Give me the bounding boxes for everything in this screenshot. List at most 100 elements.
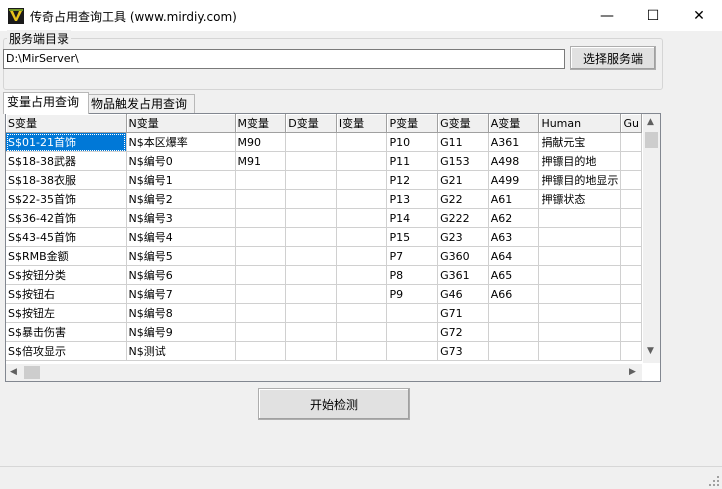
- table-cell[interactable]: N$编号1: [126, 170, 236, 190]
- table-cell[interactable]: N$编号7: [126, 284, 236, 304]
- table-row[interactable]: S$36-42首饰 N$编号3 P14 G222 A62: [6, 208, 642, 228]
- table-cell[interactable]: G11: [437, 132, 489, 152]
- table-cell[interactable]: 押镖目的地显示: [538, 170, 622, 190]
- table-cell[interactable]: [620, 303, 642, 323]
- scroll-left-icon[interactable]: ◀: [10, 367, 17, 377]
- table-cell[interactable]: [386, 303, 439, 323]
- table-cell[interactable]: P8: [386, 265, 439, 285]
- table-cell[interactable]: S$按钮分类: [6, 265, 127, 285]
- table-cell[interactable]: N$测试: [126, 341, 236, 361]
- table-cell[interactable]: [285, 284, 337, 304]
- table-cell[interactable]: P7: [386, 246, 439, 266]
- column-header[interactable]: N变量: [126, 114, 236, 133]
- table-cell[interactable]: [336, 189, 388, 209]
- table-cell[interactable]: [235, 246, 287, 266]
- table-cell[interactable]: [336, 227, 388, 247]
- table-cell[interactable]: [538, 341, 622, 361]
- maximize-button[interactable]: ☐: [630, 0, 676, 31]
- table-row[interactable]: S$按钮分类 N$编号6 P8 G361 A65: [6, 265, 642, 285]
- table-cell[interactable]: [620, 265, 642, 285]
- scroll-up-icon[interactable]: ▲: [647, 117, 654, 127]
- table-cell[interactable]: S$按钮右: [6, 284, 127, 304]
- table-row[interactable]: S$01-21首饰 N$本区爆率 M90 P10 G11 A361 捐献元宝: [6, 132, 642, 152]
- table-cell[interactable]: G222: [437, 208, 489, 228]
- table-cell[interactable]: [336, 284, 388, 304]
- table-cell[interactable]: S$暴击伤害: [6, 322, 127, 342]
- tab-variable-usage[interactable]: 变量占用查询: [3, 92, 89, 114]
- table-cell[interactable]: [336, 322, 388, 342]
- scroll-down-icon[interactable]: ▼: [647, 346, 654, 356]
- table-cell[interactable]: N$编号9: [126, 322, 236, 342]
- table-cell[interactable]: 押镖目的地: [538, 151, 622, 171]
- table-cell[interactable]: [538, 246, 622, 266]
- table-cell[interactable]: N$编号0: [126, 151, 236, 171]
- table-cell[interactable]: G360: [437, 246, 489, 266]
- table-cell[interactable]: [285, 132, 337, 152]
- table-cell[interactable]: 捐献元宝: [538, 132, 622, 152]
- table-cell[interactable]: N$编号4: [126, 227, 236, 247]
- column-header[interactable]: A变量: [488, 114, 540, 133]
- table-cell[interactable]: S$01-21首饰: [6, 132, 127, 152]
- table-cell[interactable]: N$编号6: [126, 265, 236, 285]
- table-row[interactable]: S$18-38衣服 N$编号1 P12 G21 A499 押镖目的地显示: [6, 170, 642, 190]
- table-cell[interactable]: 押镖状态: [538, 189, 622, 209]
- table-cell[interactable]: A65: [488, 265, 540, 285]
- table-cell[interactable]: [235, 303, 287, 323]
- table-cell[interactable]: A361: [488, 132, 540, 152]
- server-path-input[interactable]: D:\MirServer\: [3, 49, 565, 69]
- table-cell[interactable]: [336, 208, 388, 228]
- table-cell[interactable]: [620, 322, 642, 342]
- column-header[interactable]: G变量: [437, 114, 489, 133]
- table-cell[interactable]: A66: [488, 284, 540, 304]
- table-cell[interactable]: A64: [488, 246, 540, 266]
- table-cell[interactable]: [336, 132, 388, 152]
- table-cell[interactable]: [620, 341, 642, 361]
- table-cell[interactable]: A499: [488, 170, 540, 190]
- close-button[interactable]: ✕: [676, 0, 722, 31]
- table-cell[interactable]: [235, 322, 287, 342]
- table-cell[interactable]: P13: [386, 189, 439, 209]
- resize-grip-icon[interactable]: [708, 475, 720, 487]
- table-cell[interactable]: [620, 151, 642, 171]
- table-cell[interactable]: S$18-38衣服: [6, 170, 127, 190]
- table-cell[interactable]: N$编号2: [126, 189, 236, 209]
- table-row[interactable]: S$倍攻显示 N$测试 G73: [6, 341, 642, 361]
- table-cell[interactable]: [488, 341, 540, 361]
- table-cell[interactable]: S$RMB金额: [6, 246, 127, 266]
- column-header[interactable]: I变量: [336, 114, 388, 133]
- table-cell[interactable]: P10: [386, 132, 439, 152]
- table-cell[interactable]: [285, 170, 337, 190]
- column-header[interactable]: M变量: [235, 114, 287, 133]
- table-cell[interactable]: [538, 227, 622, 247]
- table-cell[interactable]: [336, 246, 388, 266]
- table-cell[interactable]: [538, 265, 622, 285]
- table-cell[interactable]: G73: [437, 341, 489, 361]
- table-cell[interactable]: [235, 341, 287, 361]
- table-cell[interactable]: S$22-35首饰: [6, 189, 127, 209]
- table-cell[interactable]: N$编号3: [126, 208, 236, 228]
- table-cell[interactable]: G72: [437, 322, 489, 342]
- table-cell[interactable]: A63: [488, 227, 540, 247]
- table-cell[interactable]: S$按钮左: [6, 303, 127, 323]
- table-cell[interactable]: [285, 265, 337, 285]
- table-cell[interactable]: [235, 227, 287, 247]
- table-cell[interactable]: [336, 170, 388, 190]
- minimize-button[interactable]: —: [584, 0, 630, 31]
- table-cell[interactable]: [235, 189, 287, 209]
- table-cell[interactable]: [488, 322, 540, 342]
- column-header[interactable]: Gu: [620, 114, 642, 133]
- table-cell[interactable]: [235, 170, 287, 190]
- table-cell[interactable]: [620, 284, 642, 304]
- table-cell[interactable]: [235, 284, 287, 304]
- table-cell[interactable]: A62: [488, 208, 540, 228]
- table-cell[interactable]: [285, 227, 337, 247]
- table-cell[interactable]: [386, 322, 439, 342]
- table-row[interactable]: S$22-35首饰 N$编号2 P13 G22 A61 押镖状态: [6, 189, 642, 209]
- table-cell[interactable]: [285, 246, 337, 266]
- table-cell[interactable]: G21: [437, 170, 489, 190]
- column-header[interactable]: D变量: [285, 114, 337, 133]
- table-cell[interactable]: G23: [437, 227, 489, 247]
- table-cell[interactable]: M90: [235, 132, 287, 152]
- table-cell[interactable]: M91: [235, 151, 287, 171]
- table-cell[interactable]: [285, 322, 337, 342]
